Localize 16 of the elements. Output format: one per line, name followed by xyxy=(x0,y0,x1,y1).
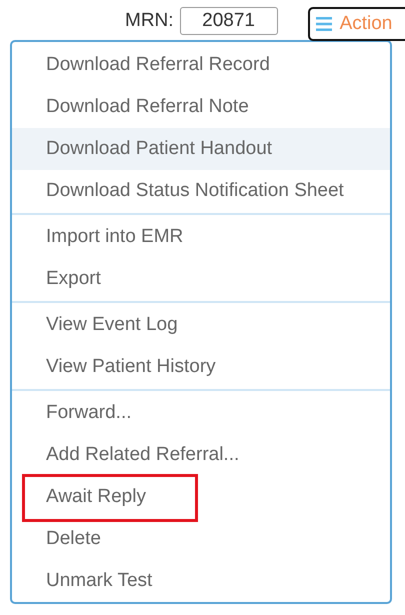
menu-item[interactable]: Await Reply xyxy=(12,476,390,518)
menu-item[interactable]: Import into EMR xyxy=(12,216,390,258)
menu-item[interactable]: Unmark Test xyxy=(12,560,390,602)
menu-item[interactable]: Download Patient Handout xyxy=(12,128,390,170)
menu-item[interactable]: Download Referral Record xyxy=(12,44,390,86)
mrn-label: MRN: xyxy=(125,10,174,32)
menu-item[interactable]: View Event Log xyxy=(12,304,390,346)
menu-item[interactable]: Add Related Referral... xyxy=(12,434,390,476)
mrn-field[interactable]: 20871 xyxy=(180,7,278,35)
menu-item[interactable]: Download Status Notification Sheet xyxy=(12,170,390,212)
menu-item[interactable]: View Patient History xyxy=(12,346,390,388)
menu-item[interactable]: Forward... xyxy=(12,392,390,434)
menu-item[interactable]: Delete xyxy=(12,518,390,560)
menu-item[interactable]: Export xyxy=(12,258,390,300)
menu-item[interactable]: Download Referral Note xyxy=(12,86,390,128)
menu-icon xyxy=(316,17,332,31)
